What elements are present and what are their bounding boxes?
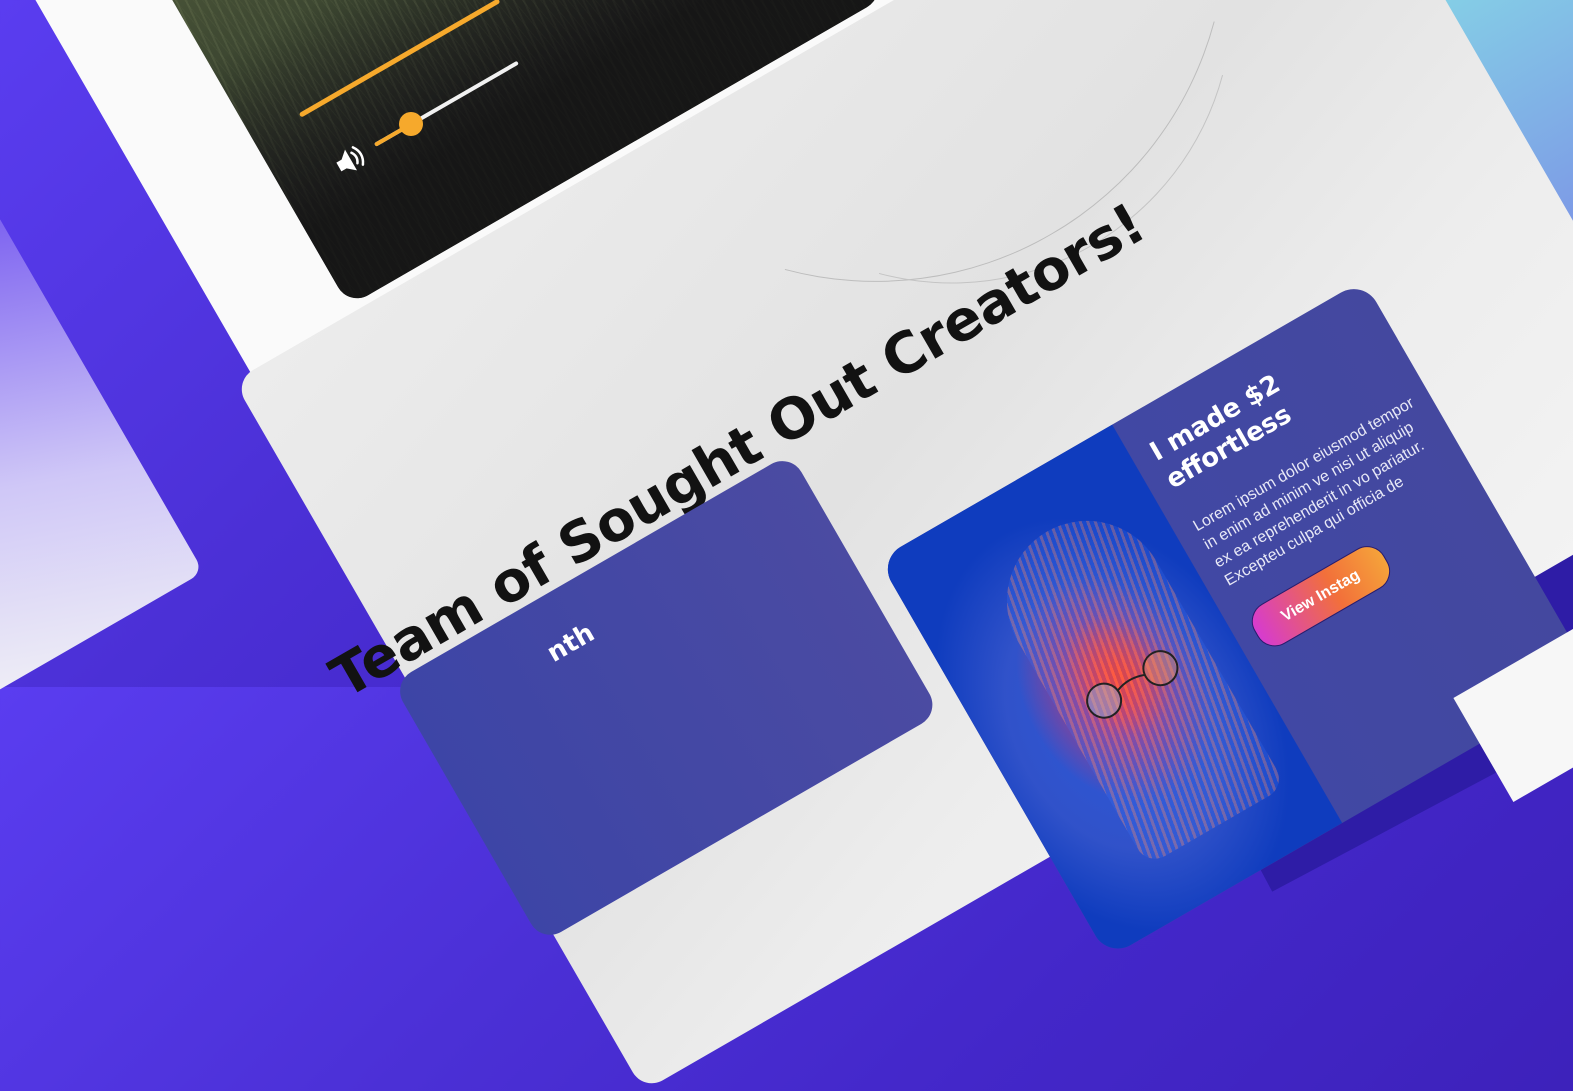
creator-card-title: nth (541, 617, 600, 669)
volume-slider[interactable] (374, 60, 519, 147)
video-progress-bar[interactable] (298, 0, 501, 118)
speaker-icon[interactable] (331, 140, 371, 180)
volume-slider-handle[interactable] (399, 112, 423, 136)
